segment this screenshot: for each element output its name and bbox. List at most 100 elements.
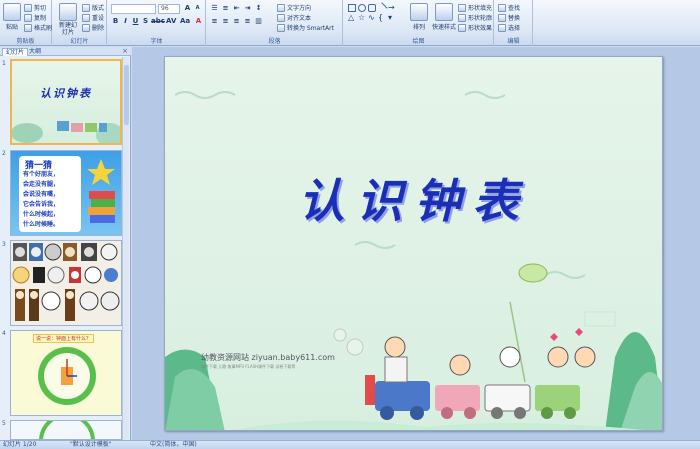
copy-button[interactable]: 复制: [24, 13, 46, 22]
font-size-combo[interactable]: 96: [158, 4, 180, 14]
slide-thumbnail-1[interactable]: 认识钟表: [10, 59, 122, 145]
train-illustration: [12, 121, 120, 143]
shape-effects-button[interactable]: 形状效果: [458, 23, 492, 32]
reset-button[interactable]: 重设: [82, 13, 104, 22]
quick-styles-icon: [435, 3, 453, 21]
replace-icon: [498, 13, 506, 22]
find-button[interactable]: 查找: [498, 3, 520, 12]
convert-smartart-button[interactable]: 转换为 SmartArt: [277, 23, 334, 32]
font-color-icon[interactable]: A: [194, 17, 203, 26]
paste-button[interactable]: 粘贴: [3, 3, 21, 31]
slide-number: 2: [2, 150, 6, 157]
quick-styles-button[interactable]: 快速样式: [432, 3, 456, 31]
change-case-icon[interactable]: Aa: [180, 17, 190, 26]
effects-icon: [458, 23, 466, 32]
slide-thumbnail-2[interactable]: 猜一猜 有个好朋友， 会走没有腿， 会说没有嘴， 它会告诉我， 什么时候起， 什…: [10, 150, 122, 236]
current-slide[interactable]: 认识钟表 幼教资源网站 ziyuan.baby611.com 课件下载 儿歌 故…: [164, 56, 663, 431]
books-illustration: [87, 159, 115, 223]
slide-number: 3: [2, 241, 6, 248]
clock-arc-illustration: [39, 421, 95, 439]
layout-button[interactable]: 版式: [82, 3, 104, 12]
drawing-label: 绘图: [412, 38, 425, 45]
theme-name[interactable]: "默认设计模板": [70, 441, 112, 449]
slides-panel: 幻灯片 大纲 × 1 认识钟表 2 猜一猜 有个好朋友， 会走没有腿， 会说没有…: [0, 47, 131, 440]
font-name-combo[interactable]: [111, 4, 156, 14]
slide-thumbnail-3[interactable]: [10, 240, 122, 326]
bullets-icon[interactable]: ☰: [210, 4, 219, 13]
brush-icon: [24, 23, 32, 32]
clocks-collage: [12, 243, 120, 321]
shape-fill-button[interactable]: 形状填充: [458, 3, 492, 12]
smartart-icon: [277, 23, 285, 32]
slide-background-art: [165, 91, 662, 430]
rounded-rect-shape-icon[interactable]: [368, 4, 376, 12]
tab-slides[interactable]: 幻灯片: [2, 48, 29, 56]
tab-outline[interactable]: 大纲: [26, 48, 44, 56]
font-label: 字体: [150, 38, 163, 45]
columns-icon[interactable]: ▥: [254, 17, 263, 26]
bold-icon[interactable]: B: [111, 17, 120, 26]
numbering-icon[interactable]: ≡: [221, 4, 230, 13]
shape-outline-button[interactable]: 形状轮廓: [458, 13, 492, 22]
decrease-indent-icon[interactable]: ⇤: [232, 4, 241, 13]
paint-bucket-icon: [458, 3, 466, 12]
copy-icon: [24, 13, 32, 22]
cut-button[interactable]: 剪切: [24, 3, 46, 12]
align-text-icon: [277, 13, 285, 22]
brace-shape-icon[interactable]: {: [378, 14, 386, 22]
rectangle-shape-icon[interactable]: [348, 4, 356, 12]
paragraph-label: 段落: [268, 38, 281, 45]
arrow-shape-icon[interactable]: →: [388, 4, 396, 12]
editing-label: 编辑: [507, 38, 520, 45]
ribbon: 粘贴 剪切 复制 格式刷 剪贴板 新建幻灯片 版式 重设 删除 幻灯片 96 A…: [0, 0, 700, 46]
slide-number: 4: [2, 330, 6, 337]
replace-button[interactable]: 替换: [498, 13, 520, 22]
star-shape-icon[interactable]: ☆: [358, 14, 366, 22]
slide-number: 1: [2, 60, 6, 67]
grow-font-icon[interactable]: A: [183, 4, 192, 13]
new-slide-button[interactable]: 新建幻灯片: [57, 3, 79, 36]
watermark-subtext: 课件下载 儿歌 故事MP3 FLASH课件下载 试卷下载等: [201, 364, 296, 369]
strikethrough-icon[interactable]: abc: [151, 17, 165, 26]
increase-indent-icon[interactable]: ⇥: [243, 4, 252, 13]
shrink-font-icon[interactable]: A: [193, 4, 202, 13]
text-direction-icon: [277, 3, 285, 12]
clipboard-group: 粘贴 剪切 复制 格式刷 剪贴板: [0, 0, 52, 46]
underline-icon[interactable]: U: [131, 17, 140, 26]
scrollbar-thumb[interactable]: [124, 65, 129, 125]
arrange-icon: [410, 3, 428, 21]
clock-face-illustration: [38, 347, 96, 405]
arrange-button[interactable]: 排列: [410, 3, 428, 31]
line-spacing-icon[interactable]: ↕: [254, 4, 263, 13]
delete-button[interactable]: 删除: [82, 23, 104, 32]
layout-icon: [82, 3, 90, 12]
slide-thumbnail-5[interactable]: [10, 420, 122, 440]
slide-editor: 认识钟表 幼教资源网站 ziyuan.baby611.com 课件下载 儿歌 故…: [132, 47, 700, 440]
align-left-icon[interactable]: ≡: [210, 17, 219, 26]
language-indicator[interactable]: 中文(简体，中国): [150, 441, 197, 449]
slide-thumbnail-4[interactable]: 说一说：钟面上有什么？: [10, 330, 122, 416]
slide-counter: 幻灯片 1/20: [3, 441, 37, 448]
select-button[interactable]: 选择: [498, 23, 520, 32]
text-direction-button[interactable]: 文字方向: [277, 3, 311, 12]
curve-shape-icon[interactable]: ∿: [368, 14, 376, 22]
align-center-icon[interactable]: ≡: [221, 17, 230, 26]
align-text-button[interactable]: 对齐文本: [277, 13, 311, 22]
more-shapes-icon[interactable]: ▾: [388, 14, 396, 22]
format-painter-button[interactable]: 格式刷: [24, 23, 52, 32]
cursor-icon: [498, 23, 506, 32]
line-shape-icon[interactable]: [376, 2, 388, 14]
italic-icon[interactable]: I: [121, 17, 130, 26]
close-icon[interactable]: ×: [122, 47, 128, 55]
char-spacing-icon[interactable]: AV: [166, 17, 176, 26]
align-right-icon[interactable]: ≡: [232, 17, 241, 26]
panel-scrollbar[interactable]: [122, 57, 129, 440]
slide-title[interactable]: 认识钟表: [165, 165, 662, 231]
status-bar: 幻灯片 1/20 "默认设计模板" 中文(简体，中国): [0, 440, 700, 449]
shadow-icon[interactable]: S: [141, 17, 150, 26]
justify-icon[interactable]: ≡: [243, 17, 252, 26]
editing-group: 查找 替换 选择 编辑: [495, 0, 533, 46]
triangle-shape-icon[interactable]: △: [348, 14, 356, 22]
riddle-lines: 有个好朋友， 会走没有腿， 会说没有嘴， 它会告诉我， 什么时候起， 什么时候睡…: [23, 171, 60, 228]
oval-shape-icon[interactable]: [358, 4, 366, 12]
